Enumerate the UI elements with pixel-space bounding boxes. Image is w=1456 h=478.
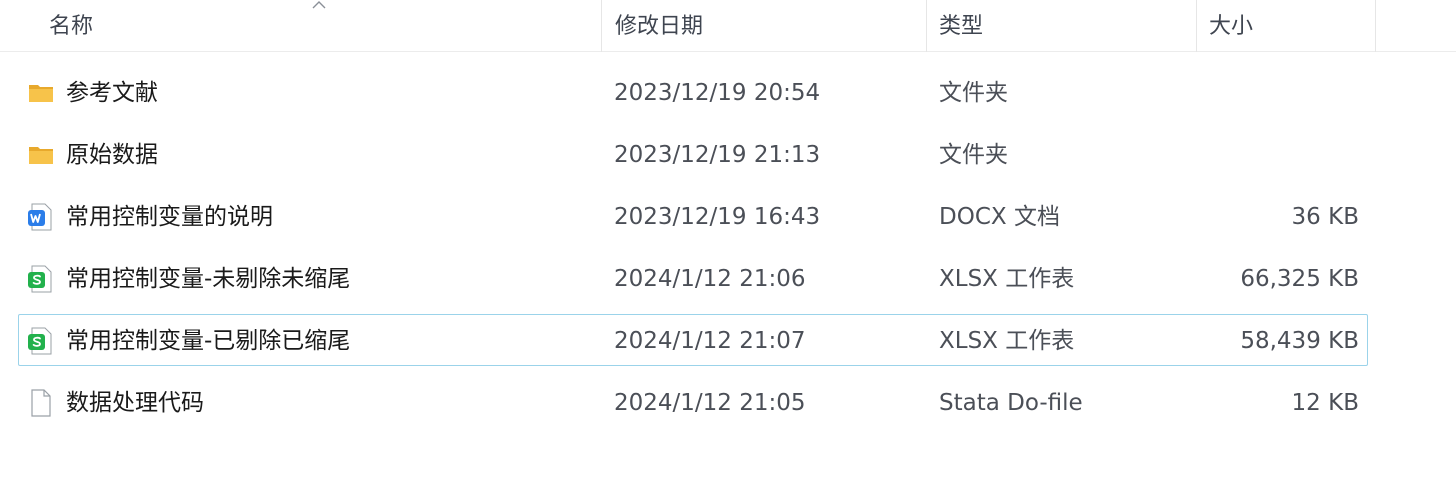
file-name: 原始数据 xyxy=(66,142,158,168)
file-row[interactable]: 常用控制变量-已剔除已缩尾 2024/1/12 21:07 XLSX 工作表 5… xyxy=(18,314,1368,366)
file-type: Stata Do-file xyxy=(939,390,1083,416)
file-size: 58,439 KB xyxy=(1240,328,1359,354)
file-date: 2024/1/12 21:05 xyxy=(614,390,806,416)
file-type: 文件夹 xyxy=(939,80,1008,106)
file-row[interactable]: 原始数据 2023/12/19 21:13 文件夹 xyxy=(18,128,1368,180)
wps-spreadsheet-icon xyxy=(28,327,52,355)
file-type: DOCX 文档 xyxy=(939,204,1060,230)
file-name: 常用控制变量-已剔除已缩尾 xyxy=(66,328,351,354)
file-date: 2023/12/19 20:54 xyxy=(614,80,821,106)
folder-icon xyxy=(29,85,53,102)
file-row[interactable]: 数据处理代码 2024/1/12 21:05 Stata Do-file 12 … xyxy=(18,376,1368,428)
column-header-date[interactable]: 修改日期 xyxy=(601,0,926,52)
column-header-name-label: 名称 xyxy=(49,14,94,39)
file-name: 参考文献 xyxy=(66,80,158,106)
file-row[interactable]: 参考文献 2023/12/19 20:54 文件夹 xyxy=(18,66,1368,118)
file-row[interactable]: 常用控制变量-未剔除未缩尾 2024/1/12 21:06 XLSX 工作表 6… xyxy=(18,252,1368,304)
column-header-bar: 名称 修改日期 类型 大小 xyxy=(0,0,1456,52)
sort-ascending-icon xyxy=(312,1,326,9)
wps-writer-icon xyxy=(28,203,52,231)
blank-file-icon xyxy=(31,389,51,417)
wps-spreadsheet-icon xyxy=(28,265,52,293)
file-size: 36 KB xyxy=(1291,204,1359,230)
file-name: 常用控制变量的说明 xyxy=(66,204,273,230)
file-size: 12 KB xyxy=(1291,390,1359,416)
column-header-size[interactable]: 大小 xyxy=(1196,0,1376,52)
file-size: 66,325 KB xyxy=(1240,266,1359,292)
file-date: 2024/1/12 21:06 xyxy=(614,266,806,292)
column-header-type[interactable]: 类型 xyxy=(926,0,1196,52)
file-date: 2023/12/19 21:13 xyxy=(614,142,821,168)
file-name: 数据处理代码 xyxy=(66,390,204,416)
file-name: 常用控制变量-未剔除未缩尾 xyxy=(66,266,351,292)
file-type: XLSX 工作表 xyxy=(939,266,1075,292)
column-header-size-label: 大小 xyxy=(1209,14,1254,39)
column-header-date-label: 修改日期 xyxy=(615,14,704,39)
column-header-name[interactable]: 名称 xyxy=(0,0,601,52)
file-type: 文件夹 xyxy=(939,142,1008,168)
file-date: 2024/1/12 21:07 xyxy=(614,328,806,354)
file-type: XLSX 工作表 xyxy=(939,328,1075,354)
column-header-type-label: 类型 xyxy=(939,14,984,39)
folder-icon xyxy=(29,147,53,164)
file-row[interactable]: 常用控制变量的说明 2023/12/19 16:43 DOCX 文档 36 KB xyxy=(18,190,1368,242)
file-date: 2023/12/19 16:43 xyxy=(614,204,821,230)
